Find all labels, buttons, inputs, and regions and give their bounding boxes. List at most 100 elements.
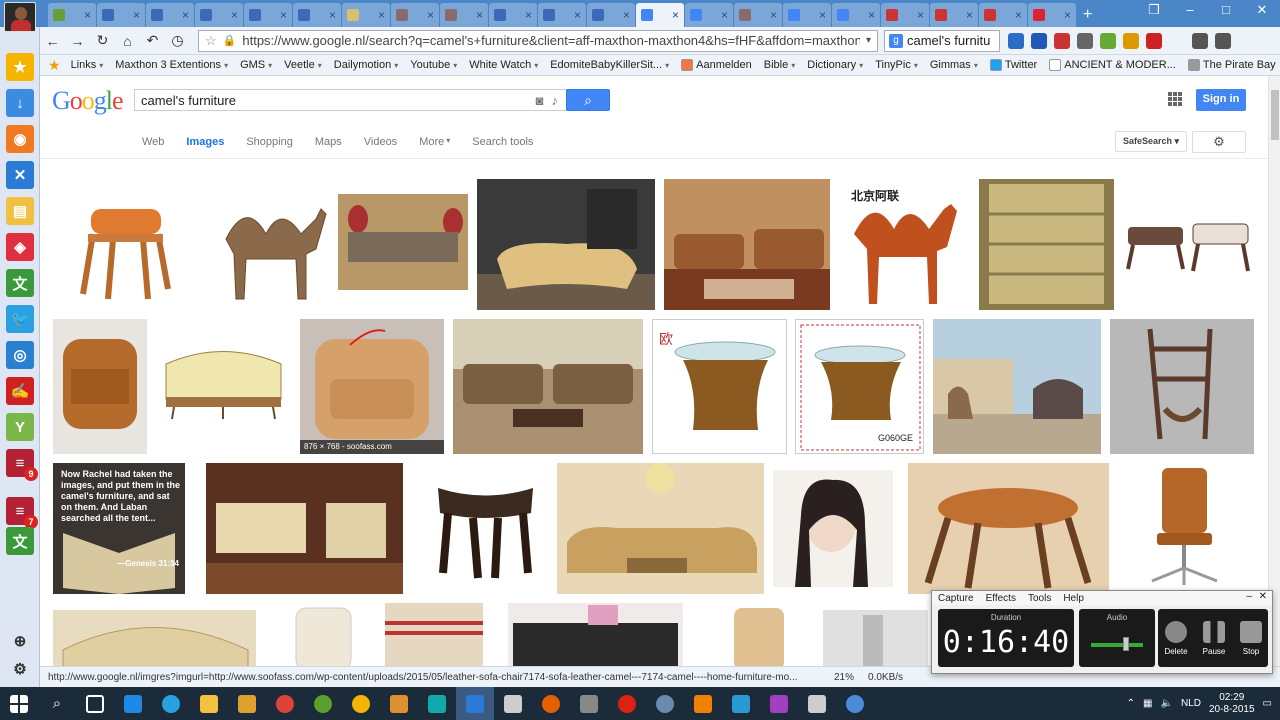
download-sidebar-icon[interactable]: ↓ [6, 89, 34, 117]
google-query-text[interactable]: camel's furniture [141, 93, 236, 108]
browser-tab[interactable]: × [97, 3, 145, 27]
restore-icon[interactable]: ❐ [1136, 0, 1172, 22]
browser-tab[interactable]: × [146, 3, 194, 27]
bookmark-item[interactable]: Maxthon 3 Extentions ▾ [115, 59, 228, 71]
tools-sidebar-icon[interactable]: ✕ [6, 161, 34, 189]
capture-menu-item[interactable]: Capture [938, 593, 974, 604]
zoom-level[interactable]: 21% [834, 672, 854, 683]
tab-close-icon[interactable]: × [476, 9, 483, 21]
browser-tab[interactable]: × [244, 3, 292, 27]
capture-minimize-icon[interactable]: – [1246, 591, 1252, 602]
bookmark-item[interactable]: White Watch ▾ [469, 59, 538, 71]
camera-icon[interactable]: ◙ [536, 93, 544, 108]
undo-icon[interactable]: ↶ [140, 32, 165, 49]
menu-dropdown-icon[interactable] [1169, 32, 1185, 49]
vlc-icon[interactable] [684, 687, 722, 720]
browser-tab[interactable]: × [489, 3, 537, 27]
browser-tab[interactable]: × [832, 3, 880, 27]
minimize-icon[interactable]: – [1172, 0, 1208, 22]
tab-close-icon[interactable]: × [525, 9, 532, 21]
image-result[interactable] [557, 463, 764, 594]
tab-close-icon[interactable]: × [133, 9, 140, 21]
file-explorer-icon[interactable] [190, 687, 228, 720]
browser-tab[interactable]: × [1028, 3, 1076, 27]
opera-icon[interactable] [608, 687, 646, 720]
image-result[interactable] [271, 603, 374, 666]
browser-tab[interactable]: × [587, 3, 635, 27]
search-tab-images[interactable]: Images [186, 136, 224, 148]
search-tab-videos[interactable]: Videos [364, 136, 397, 148]
image-result[interactable] [979, 179, 1114, 310]
tab-close-icon[interactable]: × [280, 9, 287, 21]
history-icon[interactable]: ◷ [165, 32, 190, 49]
translate-sidebar-icon-2[interactable]: 文 [6, 527, 34, 555]
url-dropdown-icon[interactable]: ▾ [866, 35, 871, 46]
image-result[interactable]: 欧 [652, 319, 787, 454]
search-taskbar-icon[interactable]: ⌕ [38, 687, 76, 720]
browser-search-box[interactable]: g camel's furnitu [884, 29, 1000, 52]
url-text[interactable]: https://www.google.nl/search?q=camel's+f… [242, 33, 860, 48]
bookmark-star-icon[interactable]: ★ [48, 57, 61, 74]
image-result[interactable] [53, 319, 147, 454]
image-result[interactable] [709, 603, 814, 666]
network-app-icon[interactable] [836, 687, 874, 720]
settings-sidebar-icon[interactable]: ⚙ [6, 655, 34, 683]
image-result[interactable] [508, 603, 683, 666]
search-tab-maps[interactable]: Maps [315, 136, 342, 148]
translate-icon[interactable] [1008, 32, 1024, 49]
tab-close-icon[interactable]: × [378, 9, 385, 21]
maximize-icon[interactable]: □ [1208, 0, 1244, 22]
calendar-icon[interactable] [494, 687, 532, 720]
image-result[interactable] [477, 179, 655, 310]
image-result[interactable] [1123, 179, 1254, 310]
calculator-icon[interactable] [570, 687, 608, 720]
safesearch-dropdown[interactable]: SafeSearch ▾ [1115, 131, 1188, 152]
tab-close-icon[interactable]: × [966, 9, 973, 21]
audio-volume-slider[interactable] [1123, 637, 1129, 651]
image-result[interactable] [53, 179, 197, 310]
browser-tab[interactable]: × [440, 3, 488, 27]
twitter-sidebar-icon[interactable]: 🐦 [6, 305, 34, 333]
close-icon[interactable]: ✕ [1244, 0, 1280, 22]
sound-icon[interactable] [418, 687, 456, 720]
image-result[interactable] [664, 179, 830, 310]
edge-icon[interactable] [114, 687, 152, 720]
image-result[interactable] [206, 463, 403, 594]
bookmark-item[interactable]: EdomiteBabyKillerSit... ▾ [550, 59, 669, 71]
stop-button[interactable]: Stop [1232, 621, 1270, 656]
image-result[interactable]: 北京阿联 [839, 179, 970, 310]
capture-menu-item[interactable]: Help [1063, 593, 1084, 604]
tab-close-icon[interactable]: × [84, 9, 91, 21]
notifications-icon[interactable]: ▭ [1263, 698, 1272, 709]
pause-button[interactable]: Pause [1195, 621, 1233, 656]
bookmark-item[interactable]: Dictionary ▾ [807, 59, 863, 71]
us-flag-sidebar-icon[interactable]: ≡ 9 [6, 449, 38, 481]
toolbox-icon[interactable] [1146, 32, 1162, 49]
d-extension-icon[interactable] [1031, 32, 1047, 49]
settings-gear-icon[interactable]: ⚙ [1192, 131, 1246, 153]
favorites-icon[interactable]: ★ [6, 53, 34, 81]
address-bar[interactable]: ☆ 🔒 https://www.google.nl/search?q=camel… [198, 29, 878, 52]
image-result[interactable]: 876 × 768 - soofass.com [300, 319, 444, 454]
capture-app-icon[interactable] [798, 687, 836, 720]
image-result[interactable]: Now Rachel had taken the images, and put… [53, 463, 185, 594]
browser-tab[interactable]: × [391, 3, 439, 27]
add-sidebar-icon[interactable]: ⊕ [6, 627, 34, 655]
settings-menu-icon[interactable] [1215, 32, 1231, 49]
image-result[interactable] [206, 179, 329, 310]
back-icon[interactable]: ← [40, 33, 65, 49]
bookmark-item[interactable]: Gimmas ▾ [930, 59, 978, 71]
bookmark-item[interactable]: Bible ▾ [764, 59, 795, 71]
search-tab-web[interactable]: Web [142, 136, 164, 148]
tab-close-icon[interactable]: × [672, 9, 679, 21]
puzzle-icon[interactable] [1100, 32, 1116, 49]
tab-close-icon[interactable]: × [721, 9, 728, 21]
scrollbar-thumb[interactable] [1271, 90, 1279, 140]
browser-tab[interactable]: × [930, 3, 978, 27]
tab-close-icon[interactable]: × [574, 9, 581, 21]
globe-icon[interactable] [646, 687, 684, 720]
page-scrollbar[interactable] [1268, 76, 1280, 666]
bookmark-item[interactable]: The Pirate Bay [1187, 59, 1276, 71]
tab-close-icon[interactable]: × [819, 9, 826, 21]
browser-tab[interactable]: × [538, 3, 586, 27]
